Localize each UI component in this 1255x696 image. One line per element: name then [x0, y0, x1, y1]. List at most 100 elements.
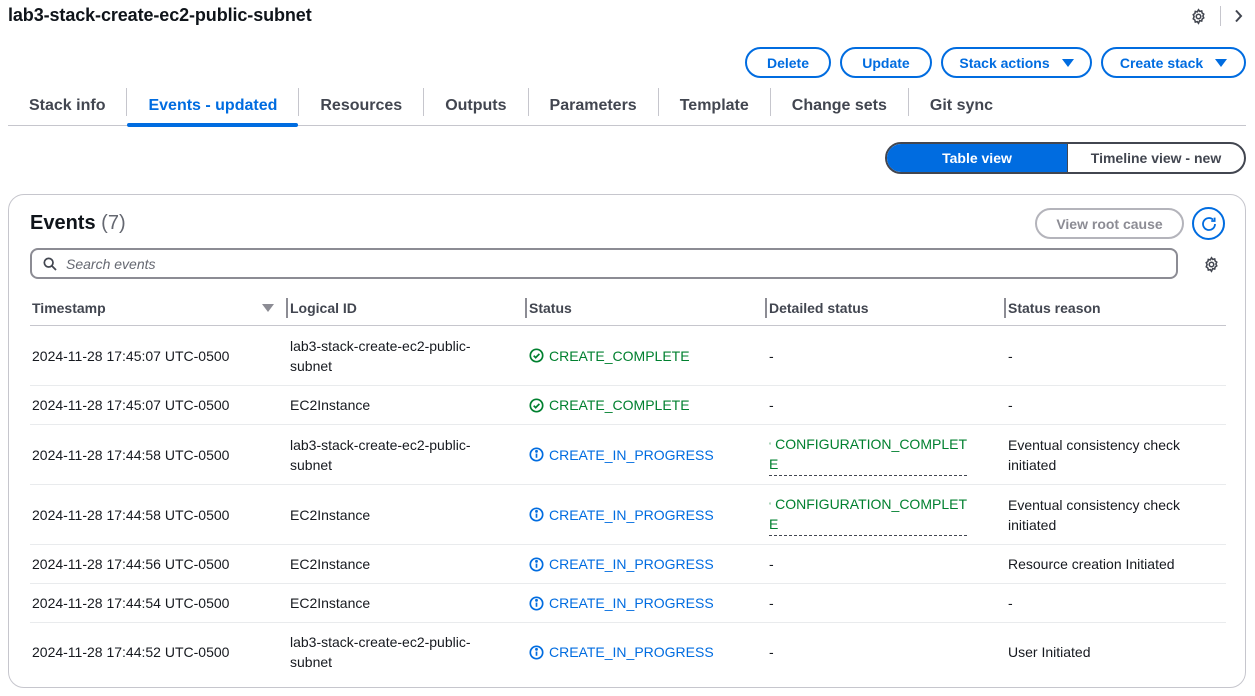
timestamp-cell: 2024-11-28 17:45:07 UTC-0500 [32, 397, 230, 413]
table-row: 2024-11-28 17:44:54 UTC-0500 EC2Instance… [30, 584, 1226, 623]
table-row: 2024-11-28 17:45:07 UTC-0500 EC2Instance… [30, 386, 1226, 425]
refresh-icon [1201, 216, 1216, 231]
timestamp-cell: 2024-11-28 17:44:58 UTC-0500 [32, 506, 230, 523]
table-row: 2024-11-28 17:44:58 UTC-0500 lab3-stack-… [30, 425, 1226, 485]
status-cell: CREATE_IN_PROGRESS [527, 584, 767, 622]
timestamp-cell: 2024-11-28 17:44:54 UTC-0500 [32, 595, 230, 611]
info-circle-icon [529, 595, 544, 611]
status-reason-cell: - [1008, 397, 1013, 413]
logical-id-cell: EC2Instance [290, 556, 371, 572]
tab-change-sets[interactable]: Change sets [771, 86, 908, 126]
events-table-body: 2024-11-28 17:45:07 UTC-0500 lab3-stack-… [30, 326, 1226, 681]
table-row: 2024-11-28 17:44:52 UTC-0500 lab3-stack-… [30, 623, 1226, 681]
table-view-option[interactable]: Table view [887, 144, 1067, 172]
status-in-progress: CREATE_IN_PROGRESS [529, 505, 714, 525]
tab-resources[interactable]: Resources [299, 86, 423, 126]
status-cell: CREATE_IN_PROGRESS [527, 485, 767, 544]
search-icon [43, 256, 57, 271]
status-reason-cell: - [1008, 595, 1013, 611]
timestamp-cell: 2024-11-28 17:45:07 UTC-0500 [32, 347, 230, 364]
status-reason-cell: - [1008, 347, 1013, 364]
status-in-progress: CREATE_IN_PROGRESS [529, 445, 714, 465]
status-success: CREATE_COMPLETE [529, 346, 690, 366]
view-toggle: Table view Timeline view - new [885, 142, 1246, 174]
column-header-status-reason[interactable]: Status reason [1006, 290, 1226, 326]
caret-down-icon [1215, 58, 1228, 67]
page-title: lab3-stack-create-ec2-public-subnet [8, 5, 312, 25]
detailed-status-cell: - [769, 595, 774, 611]
logical-id-cell: EC2Instance [290, 397, 371, 413]
check-circle-icon [769, 502, 772, 505]
timestamp-cell: 2024-11-28 17:44:52 UTC-0500 [32, 644, 230, 660]
caret-down-icon [1061, 58, 1074, 67]
logical-id-cell: lab3-stack-create-ec2-public-subnet [290, 337, 471, 374]
tab-template[interactable]: Template [659, 86, 770, 126]
tab-events[interactable]: Events - updated [127, 86, 299, 127]
status-in-progress: CREATE_IN_PROGRESS [529, 554, 714, 574]
tab-git-sync[interactable]: Git sync [909, 86, 1014, 126]
tab-outputs[interactable]: Outputs [424, 86, 527, 126]
header-tools [1188, 6, 1245, 26]
update-button[interactable]: Update [840, 47, 932, 78]
status-reason-cell: User Initiated [1008, 644, 1091, 660]
table-header: Timestamp Logical ID Status Detailed sta… [30, 290, 1226, 326]
stack-actions-button[interactable]: Stack actions [941, 47, 1092, 78]
header-divider [1220, 6, 1221, 26]
stack-tabs: Stack info Events - updated Resources Ou… [8, 86, 1246, 127]
sort-caret-icon[interactable] [262, 303, 274, 312]
table-row: 2024-11-28 17:44:58 UTC-0500 EC2Instance… [30, 485, 1226, 545]
status-cell: CREATE_IN_PROGRESS [527, 623, 767, 681]
column-header-status[interactable]: Status [527, 290, 767, 326]
status-reason-cell: Resource creation Initiated [1008, 556, 1175, 572]
detailed-status-cell[interactable]: CONFIGURATION_COMPLET E [767, 425, 1006, 484]
detailed-status-cell: - [769, 644, 774, 660]
status-reason-cell: Eventual consistency check initiated [1008, 496, 1180, 533]
chevron-right-icon[interactable] [1231, 6, 1245, 26]
delete-button[interactable]: Delete [745, 47, 831, 78]
info-circle-icon [529, 644, 544, 660]
logical-id-cell: lab3-stack-create-ec2-public-subnet [290, 436, 471, 473]
status-cell: CREATE_COMPLETE [527, 386, 767, 424]
check-circle-icon [529, 348, 544, 363]
status-cell: CREATE_COMPLETE [527, 326, 767, 385]
status-cell: CREATE_IN_PROGRESS [527, 425, 767, 484]
table-preferences-gear-icon[interactable] [1202, 255, 1220, 273]
stack-action-buttons: Delete Update Stack actions Create stack [745, 47, 1246, 78]
events-count: (7) [101, 212, 126, 234]
detailed-status-popover-trigger[interactable]: CONFIGURATION_COMPLET E [769, 434, 967, 476]
status-in-progress: CREATE_IN_PROGRESS [529, 642, 714, 662]
column-header-detailed-status[interactable]: Detailed status [767, 290, 1006, 326]
status-success: CREATE_COMPLETE [529, 395, 690, 415]
refresh-button[interactable] [1192, 207, 1225, 240]
tab-stack-info[interactable]: Stack info [8, 86, 126, 126]
column-header-timestamp[interactable]: Timestamp [30, 290, 288, 326]
info-circle-icon [529, 447, 544, 462]
info-circle-icon [529, 556, 544, 572]
timestamp-cell: 2024-11-28 17:44:56 UTC-0500 [32, 556, 230, 572]
detailed-status-cell[interactable]: CONFIGURATION_COMPLET E [767, 485, 1006, 544]
logical-id-cell: lab3-stack-create-ec2-public-subnet [290, 634, 471, 670]
detailed-status-cell: - [769, 556, 774, 572]
check-circle-icon [769, 442, 772, 445]
logical-id-cell: EC2Instance [290, 595, 371, 611]
settings-gear-icon[interactable] [1188, 6, 1208, 26]
timeline-view-option[interactable]: Timeline view - new [1067, 144, 1244, 172]
detailed-status-cell: - [769, 397, 774, 413]
search-events-input[interactable]: Search events [30, 248, 1178, 279]
info-circle-icon [529, 507, 544, 522]
table-row: 2024-11-28 17:44:56 UTC-0500 EC2Instance… [30, 545, 1226, 584]
detailed-status-cell: - [769, 347, 774, 364]
check-circle-icon [529, 397, 544, 413]
column-header-logical-id[interactable]: Logical ID [288, 290, 527, 326]
logical-id-cell: EC2Instance [290, 506, 371, 523]
status-cell: CREATE_IN_PROGRESS [527, 545, 767, 583]
create-stack-button[interactable]: Create stack [1101, 47, 1246, 78]
view-root-cause-button[interactable]: View root cause [1035, 208, 1184, 239]
events-panel: Events (7) View root cause Search events… [8, 194, 1246, 688]
status-reason-cell: Eventual consistency check initiated [1008, 436, 1180, 473]
detailed-status-popover-trigger[interactable]: CONFIGURATION_COMPLET E [769, 494, 967, 536]
tab-parameters[interactable]: Parameters [529, 86, 658, 126]
table-row: 2024-11-28 17:45:07 UTC-0500 lab3-stack-… [30, 326, 1226, 386]
timestamp-cell: 2024-11-28 17:44:58 UTC-0500 [32, 446, 230, 463]
search-placeholder: Search events [66, 255, 156, 272]
